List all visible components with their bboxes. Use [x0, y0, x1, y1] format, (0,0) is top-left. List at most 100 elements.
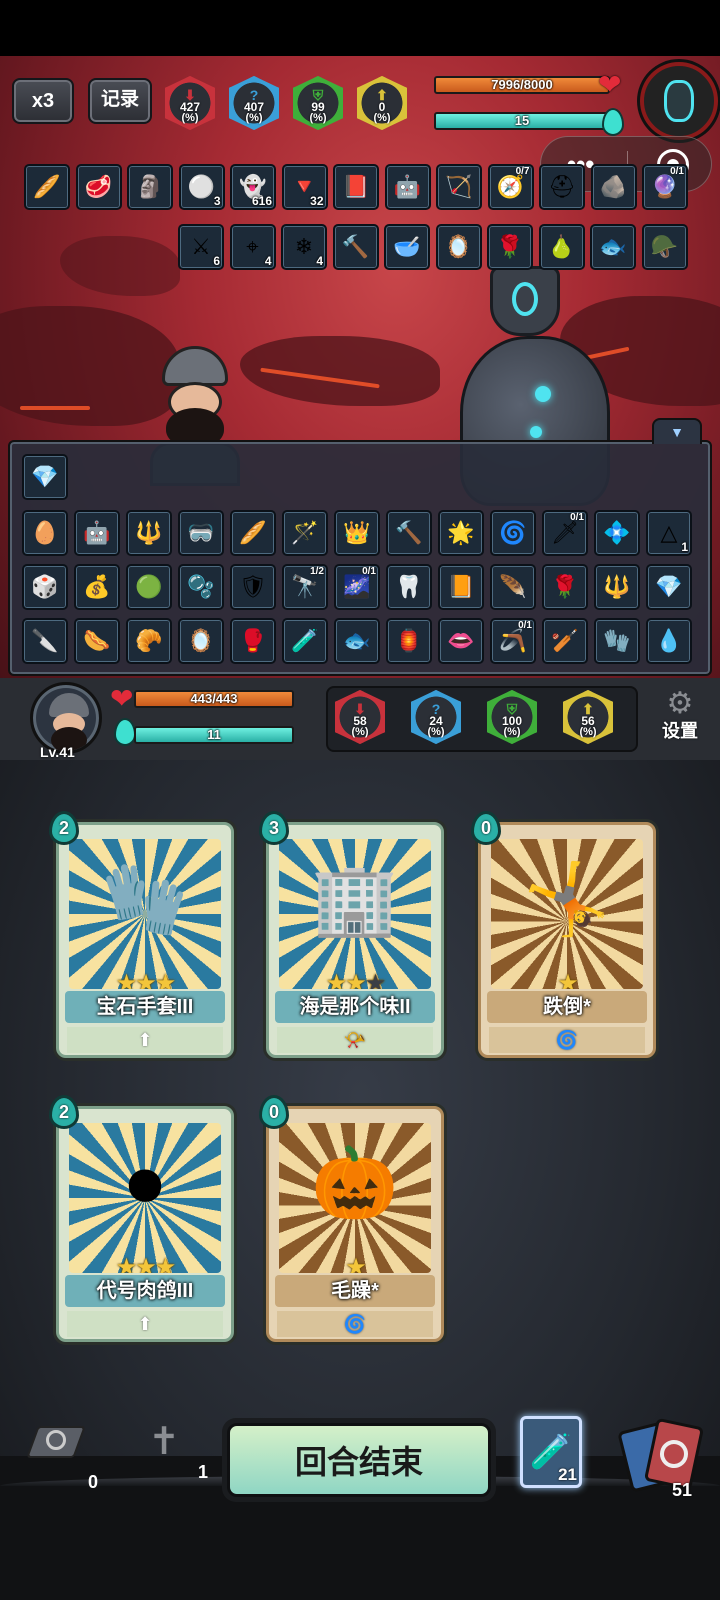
item-slot[interactable]: 🗿: [127, 164, 173, 210]
item-slot[interactable]: 🌟: [438, 510, 484, 556]
item-slot[interactable]: 🪄: [282, 510, 328, 556]
discard-count: 0: [88, 1472, 99, 1492]
item-slot[interactable]: 🥊: [230, 618, 276, 664]
item-slot[interactable]: 🧪: [282, 618, 328, 664]
item-slot[interactable]: 🌹: [487, 224, 533, 270]
item-slot[interactable]: 💎: [22, 454, 68, 500]
enemy-portrait[interactable]: [640, 62, 718, 140]
item-slot[interactable]: 🔮 0/1: [642, 164, 688, 210]
draw-deck[interactable]: [617, 1417, 710, 1494]
item-slot[interactable]: 🥣: [384, 224, 430, 270]
star-icon: ★: [154, 1254, 176, 1273]
star-icon: ★: [345, 970, 366, 989]
item-slot[interactable]: △ 1: [646, 510, 692, 556]
item-slot[interactable]: 🥩: [75, 164, 122, 210]
item-slot[interactable]: 💎: [646, 564, 692, 610]
fish-icon: 🐟: [599, 234, 627, 259]
item-slot[interactable]: 🥐: [126, 618, 172, 664]
item-slot[interactable]: 🐟: [590, 224, 636, 270]
item-slot[interactable]: 🥖: [24, 164, 70, 210]
item-slot[interactable]: 🥽: [178, 510, 224, 556]
settings-button[interactable]: ⚙ 设置: [648, 688, 712, 750]
item-slot[interactable]: 🌌 0/1: [334, 564, 380, 610]
item-slot[interactable]: 📙: [438, 564, 484, 610]
collapse-tab[interactable]: ▼: [652, 418, 702, 444]
item-slot[interactable]: 🍐: [538, 224, 585, 270]
item-progress: 0/1: [570, 512, 584, 523]
red-arrow-down-icon: ⬇: [354, 700, 366, 717]
item-slot[interactable]: 🏮: [386, 618, 432, 664]
gourd-icon: 🍐: [547, 234, 576, 259]
item-slot[interactable]: 🔭 1/2: [282, 564, 328, 610]
item-slot[interactable]: 👑: [334, 510, 380, 556]
item-slot[interactable]: 📕: [333, 164, 379, 210]
item-slot[interactable]: 🧭 0/7: [487, 164, 534, 210]
item-slot[interactable]: 👄: [438, 618, 484, 664]
item-progress: 1/2: [310, 566, 324, 577]
item-slot[interactable]: 🥚: [22, 510, 68, 556]
card-art: 🏢 ★★★: [279, 839, 431, 989]
item-slot[interactable]: 🧤: [594, 618, 640, 664]
item-slot[interactable]: 🪞: [178, 618, 224, 664]
log-button[interactable]: 记录: [88, 78, 152, 124]
item-slot[interactable]: 💧: [646, 618, 692, 664]
enemy-energy-text: 15: [514, 113, 530, 128]
item-slot[interactable]: 🏹: [436, 164, 482, 210]
item-slot[interactable]: 💰: [74, 564, 120, 610]
card-cost-value: 0: [268, 1101, 279, 1122]
item-slot[interactable]: 🪃 0/1: [490, 618, 536, 664]
item-count: 6: [213, 254, 220, 268]
item-slot[interactable]: 🫧: [178, 564, 224, 610]
stat-yellow-arrow-up: ⬆ 0 (%): [356, 76, 408, 132]
discard-pile[interactable]: [26, 1418, 86, 1466]
item-slot[interactable]: 🌭: [74, 618, 120, 664]
item-slot[interactable]: ⚪ 3: [178, 164, 225, 210]
item-slot[interactable]: 👻 616: [230, 164, 276, 210]
item-slot[interactable]: ⌖ 4: [229, 224, 276, 270]
card[interactable]: 🧤 ★★★ 宝石手套III ⬆ 2: [49, 811, 234, 1058]
item-slot[interactable]: 🏏: [542, 618, 588, 664]
item-slot[interactable]: 🔱: [594, 564, 640, 610]
goggles-icon: 🥽: [187, 520, 215, 545]
stat-value: 56: [581, 713, 595, 728]
card[interactable]: 🏢 ★★★ 海是那个味II 📯 3: [259, 811, 444, 1058]
item-slot[interactable]: 🐟: [334, 618, 380, 664]
item-slot[interactable]: 🛡: [230, 564, 276, 610]
player-energy-bar: 11: [134, 726, 294, 744]
item-slot[interactable]: 💠: [594, 510, 640, 556]
item-slot[interactable]: 🔱: [126, 510, 172, 556]
item-slot[interactable]: 🔪: [22, 618, 68, 664]
item-slot[interactable]: 🔨: [332, 224, 379, 270]
speed-button[interactable]: x3: [12, 78, 74, 124]
item-slot[interactable]: 🤖: [384, 164, 431, 210]
deck-count: 51: [672, 1480, 693, 1500]
item-slot[interactable]: 🪞: [435, 224, 482, 270]
item-slot[interactable]: ⚔ 6: [178, 224, 224, 270]
item-slot[interactable]: 🤖: [74, 510, 120, 556]
item-slot[interactable]: 🎲: [22, 564, 68, 610]
card[interactable]: 🎃 ★ 毛躁* 🌀 0: [259, 1095, 444, 1342]
item-slot[interactable]: 🪨: [590, 164, 637, 210]
item-slot[interactable]: 🗡 0/1: [542, 510, 588, 556]
cube-icon: 🎲: [31, 574, 59, 599]
item-count: 4: [264, 254, 272, 268]
item-slot[interactable]: 🔨: [386, 510, 432, 556]
item-slot[interactable]: 🪶: [490, 564, 536, 610]
item-slot[interactable]: 🪖: [641, 224, 688, 270]
item-slot[interactable]: ⛑: [539, 164, 585, 210]
baguette-icon: 🥖: [239, 520, 267, 545]
item-slot[interactable]: 🔻 32: [281, 164, 328, 210]
card[interactable]: 🤸 ★ 跌倒* 🌀 0: [471, 811, 656, 1058]
yellow-arrow-up-icon: ⬆: [376, 86, 388, 103]
item-slot[interactable]: 🌀: [490, 510, 536, 556]
item-slot[interactable]: 🌹: [542, 564, 588, 610]
item-slot[interactable]: 🦷: [386, 564, 432, 610]
grave-icon[interactable]: ✝: [134, 1418, 194, 1470]
potion-slot[interactable]: 🧪 21: [520, 1416, 582, 1488]
card[interactable]: ⏺ ★★★ 代号肉鸽III ⬆ 2: [49, 1095, 234, 1342]
item-slot[interactable]: 🥖: [230, 510, 276, 556]
item-slot[interactable]: 🟢: [126, 564, 172, 610]
end-turn-button[interactable]: 回合结束: [222, 1418, 496, 1502]
card-art-item-icon: 🏢: [311, 860, 399, 938]
item-slot[interactable]: ❄ 4: [281, 224, 327, 270]
